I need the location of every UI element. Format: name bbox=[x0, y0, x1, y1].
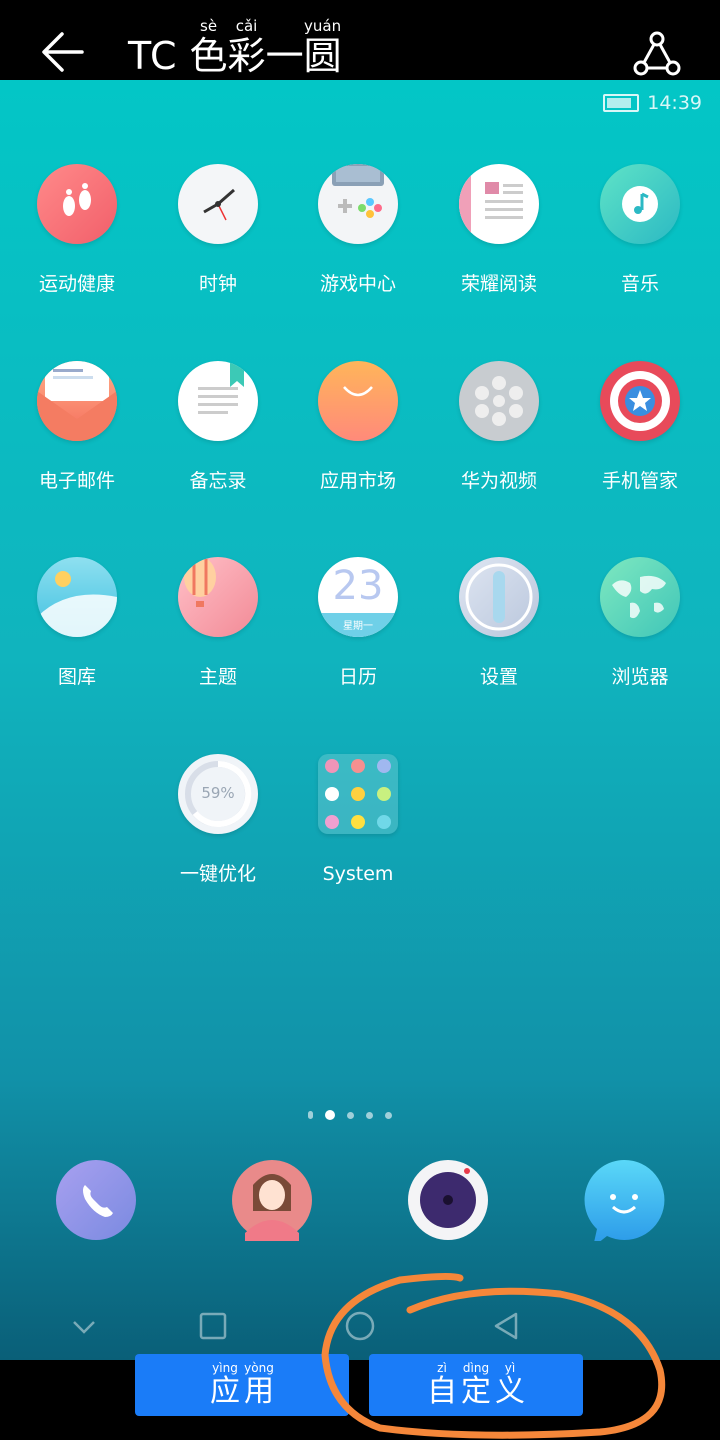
page-dot[interactable] bbox=[385, 1111, 392, 1119]
calendar-icon: 23 星期一 bbox=[318, 557, 398, 637]
dock-camera[interactable] bbox=[407, 1159, 489, 1241]
tab-char: dìng 定 bbox=[461, 1361, 491, 1409]
app-honor-reader[interactable]: 荣耀阅读 bbox=[429, 164, 569, 296]
app-label: 时钟 bbox=[198, 273, 237, 295]
title-char: cǎi 彩 bbox=[227, 17, 266, 78]
app-gallery[interactable]: 图库 bbox=[7, 557, 147, 689]
app-calendar[interactable]: 23 星期一 日历 bbox=[288, 557, 428, 689]
page-dot-search[interactable] bbox=[308, 1111, 313, 1119]
calendar-day: 23 bbox=[332, 563, 384, 609]
app-label: 备忘录 bbox=[189, 470, 247, 492]
app-notepad[interactable]: 备忘录 bbox=[148, 361, 288, 493]
app-clock[interactable]: 时钟 bbox=[148, 164, 288, 296]
dock-contacts[interactable] bbox=[231, 1159, 313, 1241]
phone-icon bbox=[56, 1160, 136, 1240]
notepad-icon bbox=[178, 361, 258, 441]
tab-char: zì 自 bbox=[427, 1361, 457, 1409]
app-email[interactable]: 电子邮件 bbox=[7, 361, 147, 493]
title-latin: TC bbox=[128, 34, 178, 78]
tab-char: yòng 用 bbox=[244, 1361, 274, 1409]
system-nav-bar bbox=[0, 1290, 720, 1360]
page-indicator bbox=[308, 1110, 392, 1120]
clock-icon bbox=[178, 164, 258, 244]
app-system-folder[interactable]: System bbox=[288, 754, 428, 886]
app-label: 主题 bbox=[198, 666, 237, 688]
music-icon bbox=[600, 164, 680, 244]
app-label: 应用市场 bbox=[319, 470, 396, 492]
title-char: sè 色 bbox=[189, 17, 228, 78]
app-market-icon bbox=[318, 361, 398, 441]
app-label: 荣耀阅读 bbox=[460, 273, 537, 295]
themes-balloon-icon bbox=[178, 557, 258, 637]
optimizer-percent: 59% bbox=[201, 784, 235, 802]
gallery-icon bbox=[37, 557, 117, 637]
settings-icon bbox=[459, 557, 539, 637]
status-bar: 14:39 bbox=[603, 92, 702, 114]
page-dot[interactable] bbox=[347, 1111, 354, 1119]
top-app-bar: TC sè 色 cǎi 彩 一 yuán 圆 bbox=[0, 0, 720, 80]
messages-icon bbox=[584, 1159, 665, 1247]
title-char: 一 bbox=[265, 34, 304, 78]
app-game-center[interactable]: 游戏中心 bbox=[288, 164, 428, 296]
gamepad-icon bbox=[318, 164, 398, 244]
home-circle-icon[interactable] bbox=[340, 1306, 380, 1346]
app-themes[interactable]: 主题 bbox=[148, 557, 288, 689]
app-label: 游戏中心 bbox=[319, 273, 396, 295]
app-huawei-video[interactable]: 华为视频 bbox=[429, 361, 569, 493]
email-icon bbox=[37, 361, 117, 441]
title-char: yuán 圆 bbox=[303, 17, 342, 78]
battery-charging-icon bbox=[603, 94, 640, 112]
contacts-icon bbox=[232, 1160, 312, 1241]
arrow-left-icon[interactable] bbox=[36, 24, 92, 80]
app-label: 一键优化 bbox=[179, 863, 256, 885]
app-label: 电子邮件 bbox=[38, 470, 115, 492]
page-title: TC sè 色 cǎi 彩 一 yuán 圆 bbox=[128, 17, 342, 78]
app-phone-manager[interactable]: 手机管家 bbox=[570, 361, 710, 493]
app-settings[interactable]: 设置 bbox=[429, 557, 569, 689]
app-music[interactable]: 音乐 bbox=[570, 164, 710, 296]
app-label: 设置 bbox=[479, 666, 518, 688]
dock-phone[interactable] bbox=[55, 1159, 137, 1241]
home-screen: 14:39 运动健康 时钟 游戏中心 荣耀阅读 音乐 电子邮件 备忘录 应用市场… bbox=[0, 80, 720, 1360]
tab-customize[interactable]: zì 自 dìng 定 yì 义 bbox=[369, 1354, 583, 1416]
app-health[interactable]: 运动健康 bbox=[7, 164, 147, 296]
app-label: 日历 bbox=[338, 666, 377, 688]
app-label: 运动健康 bbox=[38, 273, 115, 295]
phone-manager-shield-icon bbox=[600, 361, 680, 441]
dock-messages[interactable] bbox=[583, 1159, 665, 1247]
app-label: 浏览器 bbox=[611, 666, 669, 688]
health-footprints-icon bbox=[37, 164, 117, 244]
app-label: 华为视频 bbox=[460, 470, 537, 492]
tab-char: yìng 应 bbox=[210, 1361, 240, 1409]
status-time: 14:39 bbox=[647, 92, 702, 114]
page-dot[interactable] bbox=[366, 1111, 373, 1119]
folder-icon bbox=[318, 754, 398, 834]
app-label: 手机管家 bbox=[601, 470, 678, 492]
app-label: 图库 bbox=[57, 666, 96, 688]
recents-square-icon[interactable] bbox=[193, 1306, 233, 1346]
reader-icon bbox=[459, 164, 539, 244]
app-market[interactable]: 应用市场 bbox=[288, 361, 428, 493]
tab-apply[interactable]: yìng 应 yòng 用 bbox=[135, 1354, 349, 1416]
optimizer-icon: 59% bbox=[178, 754, 258, 834]
calendar-weekday: 星期一 bbox=[343, 621, 373, 632]
bottom-tab-bar: yìng 应 yòng 用 zì 自 dìng 定 yì 义 bbox=[0, 1354, 720, 1440]
video-reel-icon bbox=[459, 361, 539, 441]
back-triangle-icon[interactable] bbox=[486, 1306, 526, 1346]
browser-globe-icon bbox=[600, 557, 680, 637]
app-label: 音乐 bbox=[620, 273, 659, 295]
tab-char: yì 义 bbox=[495, 1361, 525, 1409]
chevron-down-icon[interactable] bbox=[64, 1306, 104, 1346]
page-dot-current[interactable] bbox=[325, 1110, 335, 1120]
app-label: System bbox=[322, 863, 394, 885]
app-optimizer[interactable]: 59% 一键优化 bbox=[148, 754, 288, 886]
app-browser[interactable]: 浏览器 bbox=[570, 557, 710, 689]
share-icon[interactable] bbox=[630, 30, 684, 80]
camera-icon bbox=[408, 1160, 488, 1240]
